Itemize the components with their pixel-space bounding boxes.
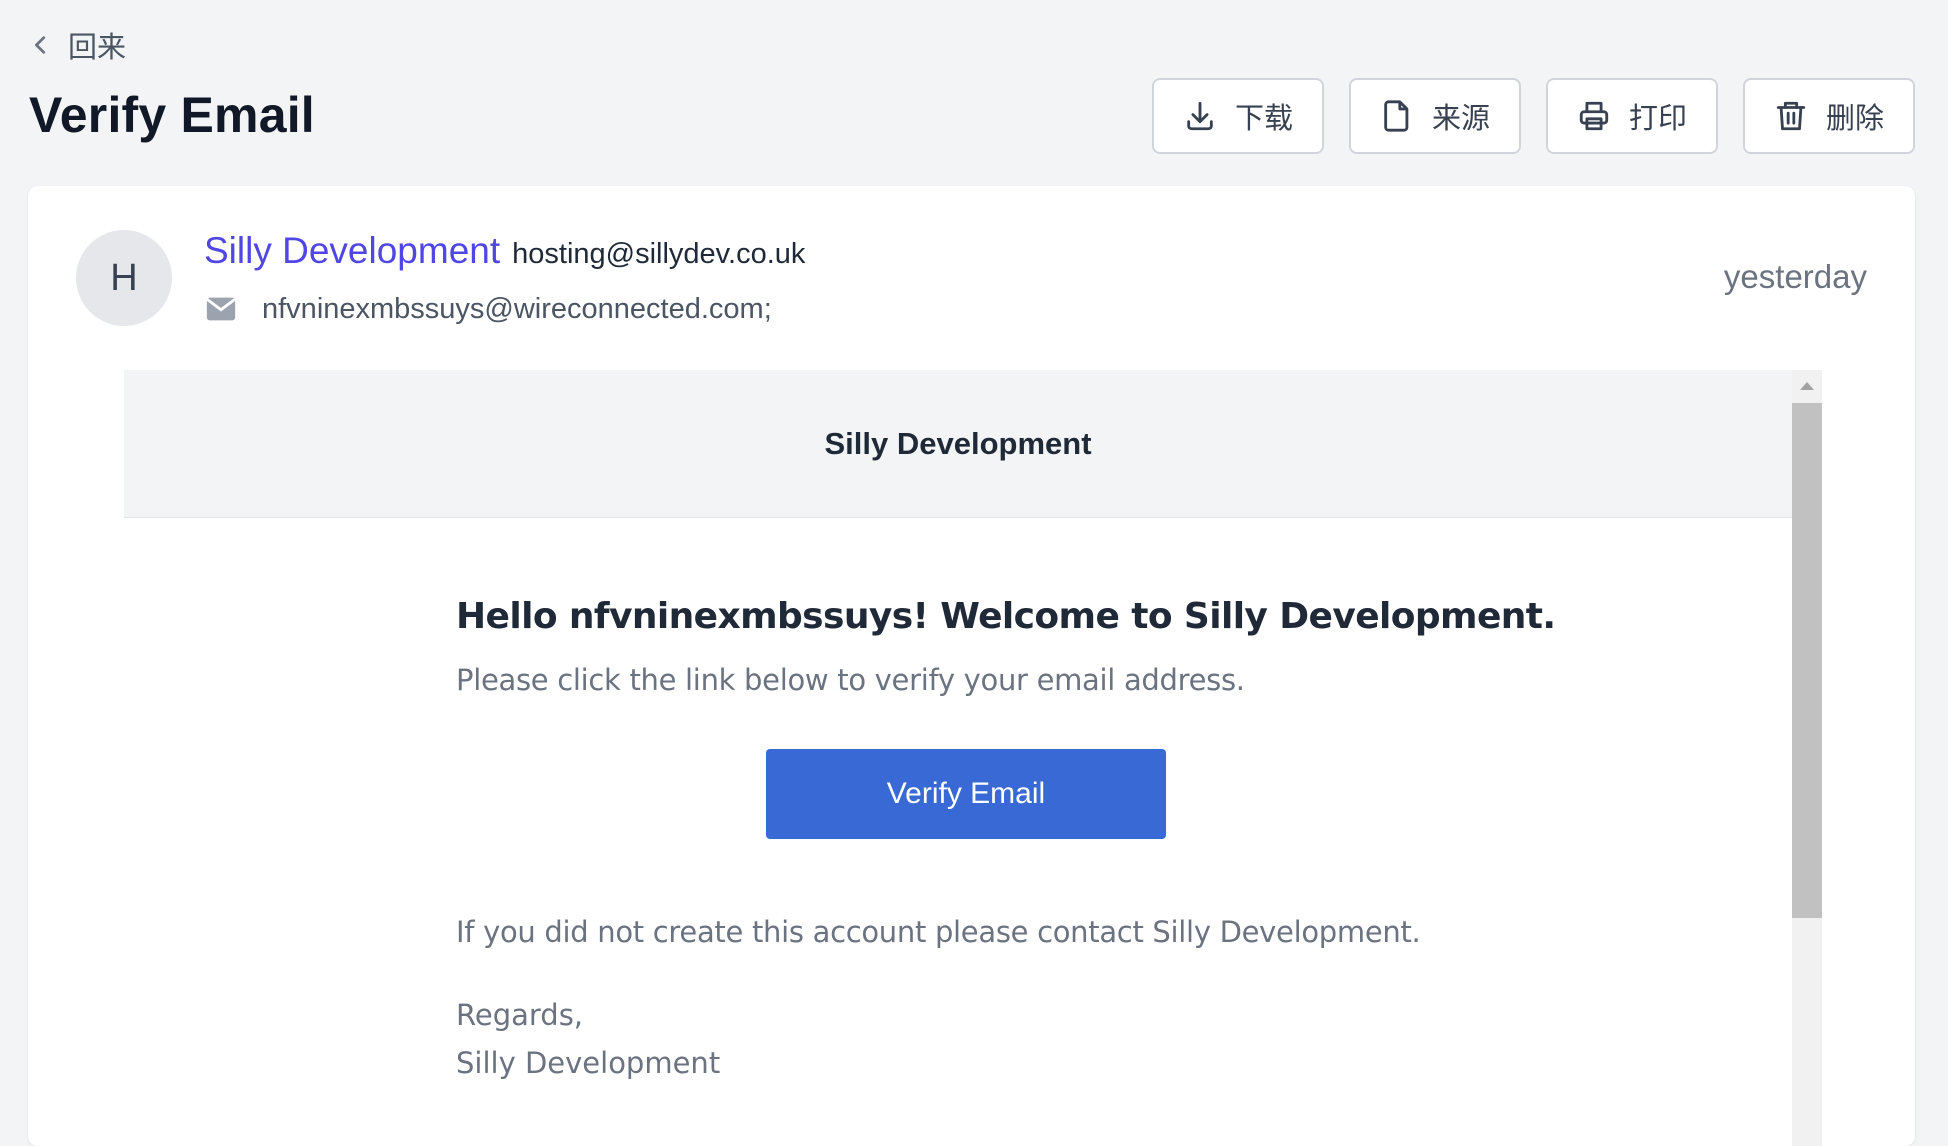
recipient-line: nfvninexmbssuys@wireconnected.com;: [204, 292, 772, 326]
trash-icon: [1776, 101, 1806, 131]
delete-label: 删除: [1825, 103, 1884, 135]
avatar: H: [76, 230, 172, 326]
file-icon: [1384, 100, 1409, 132]
source-label: 来源: [1431, 103, 1490, 135]
email-notice: If you did not create this account pleas…: [456, 915, 1421, 949]
verify-email-button[interactable]: Verify Email: [766, 749, 1166, 839]
delete-button[interactable]: 删除: [1743, 78, 1915, 154]
message-card: H Silly Development hosting@sillydev.co.…: [28, 186, 1915, 1146]
chevron-left-icon: [35, 36, 46, 54]
message-timestamp: yesterday: [1723, 258, 1867, 295]
scroll-up-arrow[interactable]: [1800, 382, 1814, 390]
back-label: 回来: [68, 32, 127, 64]
page-title: Verify Email: [29, 87, 315, 143]
recipient-address: nfvninexmbssuys@wireconnected.com;: [262, 292, 772, 325]
back-link[interactable]: 回来: [30, 24, 126, 66]
email-greeting: Hello nfvninexmbssuys! Welcome to Silly …: [456, 596, 1556, 637]
envelope-icon: [205, 297, 237, 321]
signature-line: Silly Development: [456, 1046, 721, 1080]
email-regards: Regards, Silly Development: [456, 991, 1476, 1087]
printer-icon: [1579, 101, 1609, 131]
sender-name[interactable]: Silly Development: [204, 230, 500, 272]
download-icon: [1187, 101, 1213, 131]
email-header-brand: Silly Development: [124, 370, 1792, 518]
sender-email: hosting@sillydev.co.uk: [512, 238, 806, 270]
print-label: 打印: [1628, 103, 1687, 135]
email-body-frame[interactable]: Silly Development Hello nfvninexmbssuys!…: [124, 370, 1822, 1146]
scroll-thumb[interactable]: [1792, 403, 1822, 918]
toolbar: 下载 来源 打印 删除: [1152, 78, 1915, 154]
regards-line: Regards,: [456, 998, 584, 1032]
source-button[interactable]: 来源: [1349, 78, 1521, 154]
sender-line: Silly Development hosting@sillydev.co.uk: [204, 230, 805, 272]
email-content: Hello nfvninexmbssuys! Welcome to Silly …: [456, 518, 1556, 1087]
download-label: 下载: [1234, 103, 1293, 135]
print-button[interactable]: 打印: [1546, 78, 1718, 154]
download-button[interactable]: 下载: [1152, 78, 1324, 154]
verify-button-wrap: Verify Email: [456, 749, 1476, 839]
email-intro: Please click the link below to verify yo…: [456, 663, 1245, 697]
email-scrollbar[interactable]: [1792, 370, 1822, 1146]
